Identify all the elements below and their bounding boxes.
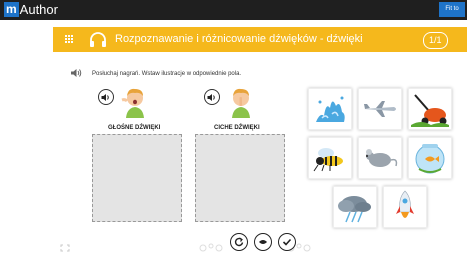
tile-wasp[interactable]: [308, 137, 352, 179]
lawn-mower-icon: [411, 94, 449, 127]
check-button[interactable]: [278, 233, 296, 251]
speaker-icon: [207, 93, 215, 101]
menu-grid-icon[interactable]: [65, 35, 73, 43]
quiet-sounds-label: CICHE DŹWIĘKI: [214, 125, 260, 131]
loud-sounds-label: GŁOŚNE DŹWIĘKI: [108, 125, 161, 131]
tile-storm-cloud[interactable]: [333, 186, 377, 228]
tile-water-splash[interactable]: [308, 88, 352, 130]
speaker-icon: [101, 93, 109, 101]
mouse-icon: [366, 149, 398, 167]
instruction-text: Posłuchaj nagrań. Wstaw ilustracje w odp…: [92, 71, 242, 77]
fullscreen-icon[interactable]: [60, 244, 70, 252]
loud-sounds-dropzone[interactable]: [92, 134, 182, 222]
show-answers-icon: [259, 240, 267, 244]
tile-lawn-mower[interactable]: [408, 88, 452, 130]
boy-shouting-icon: [121, 88, 144, 118]
fit-to-window-button[interactable]: Fit to window: [439, 2, 465, 27]
tile-airplane[interactable]: [358, 88, 402, 130]
headphones-icon: [90, 32, 106, 47]
airplane-icon: [364, 101, 396, 117]
boy-whispering-icon: [232, 88, 250, 118]
lesson-header: Rozpoznawanie i różnicowanie dźwięków - …: [53, 27, 467, 52]
quiet-sounds-dropzone[interactable]: [195, 134, 285, 222]
water-splash-icon: [316, 96, 345, 122]
check-icon: [282, 238, 292, 246]
mauthor-logo: m Author: [4, 2, 58, 17]
lesson-title: Rozpoznawanie i różnicowanie dźwięków - …: [115, 33, 363, 45]
play-quiet-button[interactable]: [204, 89, 220, 105]
reset-button[interactable]: [230, 233, 248, 251]
reset-icon: [234, 237, 244, 247]
rocket-icon: [396, 190, 414, 218]
play-loud-button[interactable]: [98, 89, 114, 105]
control-bar: [230, 233, 296, 251]
tile-fish-bowl[interactable]: [408, 137, 452, 179]
speaker-icon[interactable]: [70, 68, 82, 78]
tile-mouse[interactable]: [358, 137, 402, 179]
top-bar: m Author Fit to window: [0, 0, 467, 27]
storm-cloud-icon: [338, 196, 371, 223]
page-counter: 1/1: [423, 32, 448, 49]
wasp-icon: [313, 148, 343, 172]
logo-text: Author: [19, 2, 58, 17]
fish-bowl-icon: [415, 144, 445, 174]
tile-rocket[interactable]: [383, 186, 427, 228]
logo-m: m: [4, 2, 19, 17]
show-answers-button[interactable]: [254, 233, 272, 251]
